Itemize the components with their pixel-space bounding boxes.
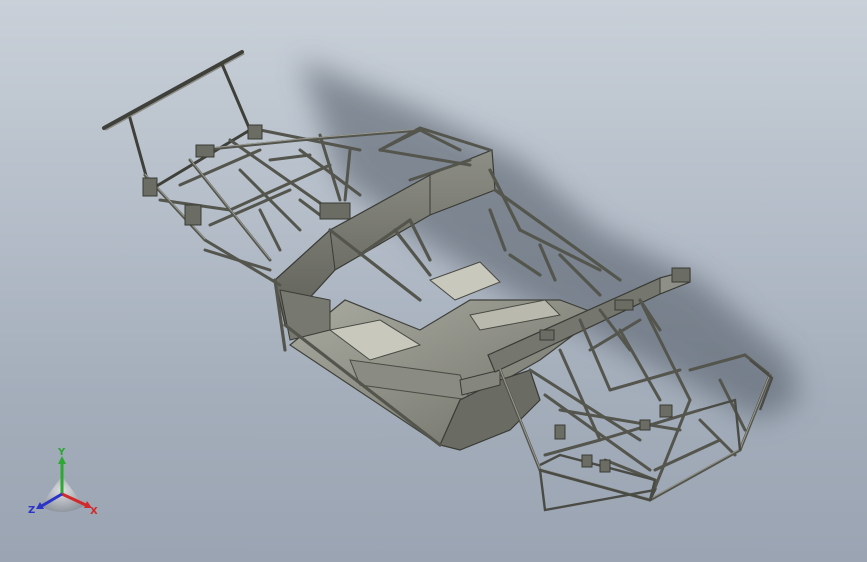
chassis-frame-model[interactable]: [0, 0, 867, 562]
rear-wing-bar: [102, 50, 252, 192]
view-orientation-triad[interactable]: Y Z X: [26, 448, 106, 522]
graphics-viewport[interactable]: Y Z X: [0, 0, 867, 562]
triad-z-label: Z: [28, 505, 36, 516]
triad-x-label: X: [90, 506, 98, 517]
triad-y-label: Y: [58, 447, 66, 458]
